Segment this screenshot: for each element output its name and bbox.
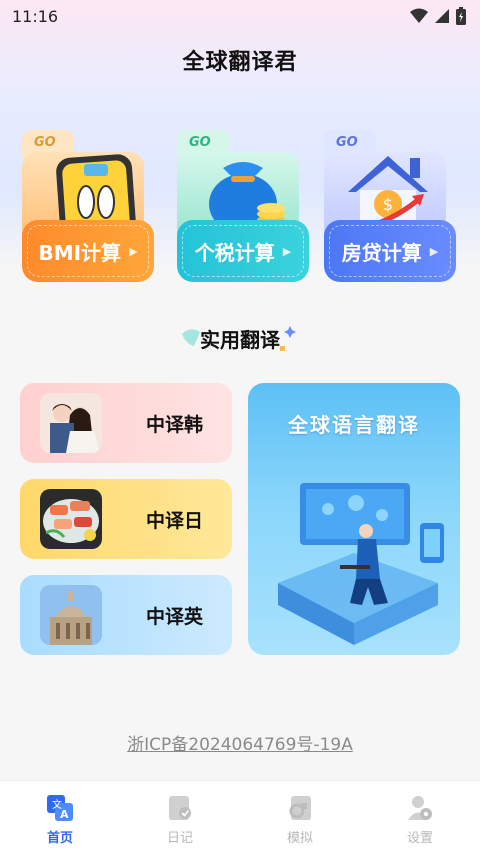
wifi-icon [410, 8, 428, 23]
translate-zh-ja-button[interactable]: 中译日 [20, 479, 232, 559]
tab-simulate-label: 模拟 [286, 831, 313, 846]
signal-icon [435, 9, 449, 23]
translate-zh-ja-label: 中译日 [146, 510, 204, 532]
simulate-icon [289, 796, 311, 820]
play-icon: ▶ [129, 244, 138, 258]
loan-label-bar: 房贷计算 ▶ [324, 220, 456, 282]
status-bar: 11:16 [0, 0, 480, 32]
battery-icon [456, 7, 466, 25]
tab-settings[interactable]: 设置 [360, 781, 480, 853]
translate-zh-ko-label: 中译韩 [146, 414, 204, 436]
korean-couple-thumbnail [40, 393, 102, 453]
svg-text:A: A [60, 808, 69, 821]
sushi-thumbnail [40, 489, 102, 549]
status-time: 11:16 [12, 6, 59, 26]
status-icons [410, 7, 466, 25]
tax-label-bar: 个税计算 ▶ [177, 220, 309, 282]
global-translate-card[interactable]: 全球语言翻译 [248, 383, 460, 655]
tax-calculator-card[interactable]: GO 个税计算 ▶ [177, 130, 311, 284]
translate-icon: 文 A [47, 795, 73, 821]
tab-home[interactable]: 文 A 首页 [0, 781, 120, 853]
translate-zh-en-label: 中译英 [146, 606, 204, 628]
bmi-label: BMI计算 [38, 240, 122, 265]
section-title: 实用翻译 [200, 328, 280, 352]
bottom-tab-bar: 文 A 首页 日记 模拟 设置 [0, 780, 480, 853]
loan-label: 房贷计算 [341, 240, 422, 265]
tax-label: 个税计算 [194, 240, 275, 265]
play-icon: ▶ [429, 244, 439, 258]
diary-icon [169, 796, 191, 820]
tab-diary[interactable]: 日记 [120, 781, 240, 853]
settings-icon [408, 796, 432, 820]
tab-home-label: 首页 [46, 831, 73, 846]
loan-calculator-card[interactable]: GO $ 房贷计算 ▶ [324, 130, 458, 284]
translate-zh-ko-button[interactable]: 中译韩 [20, 383, 232, 463]
icp-license-link[interactable]: 浙ICP备2024064769号-19A [0, 730, 480, 755]
play-icon: ▶ [282, 244, 292, 258]
world-map-person-illustration [278, 483, 444, 645]
tab-diary-label: 日记 [166, 831, 193, 846]
tab-settings-label: 设置 [406, 831, 433, 846]
tab-simulate[interactable]: 模拟 [240, 781, 360, 853]
translate-zh-en-button[interactable]: 中译英 [20, 575, 232, 655]
bmi-calculator-card[interactable]: GO BMI计算 ▶ [22, 130, 156, 284]
app-title: 全球翻译君 [182, 50, 298, 75]
bmi-label-bar: BMI计算 ▶ [22, 220, 154, 282]
svg-text:$: $ [383, 195, 393, 214]
st-pauls-cathedral-thumbnail [40, 585, 102, 645]
